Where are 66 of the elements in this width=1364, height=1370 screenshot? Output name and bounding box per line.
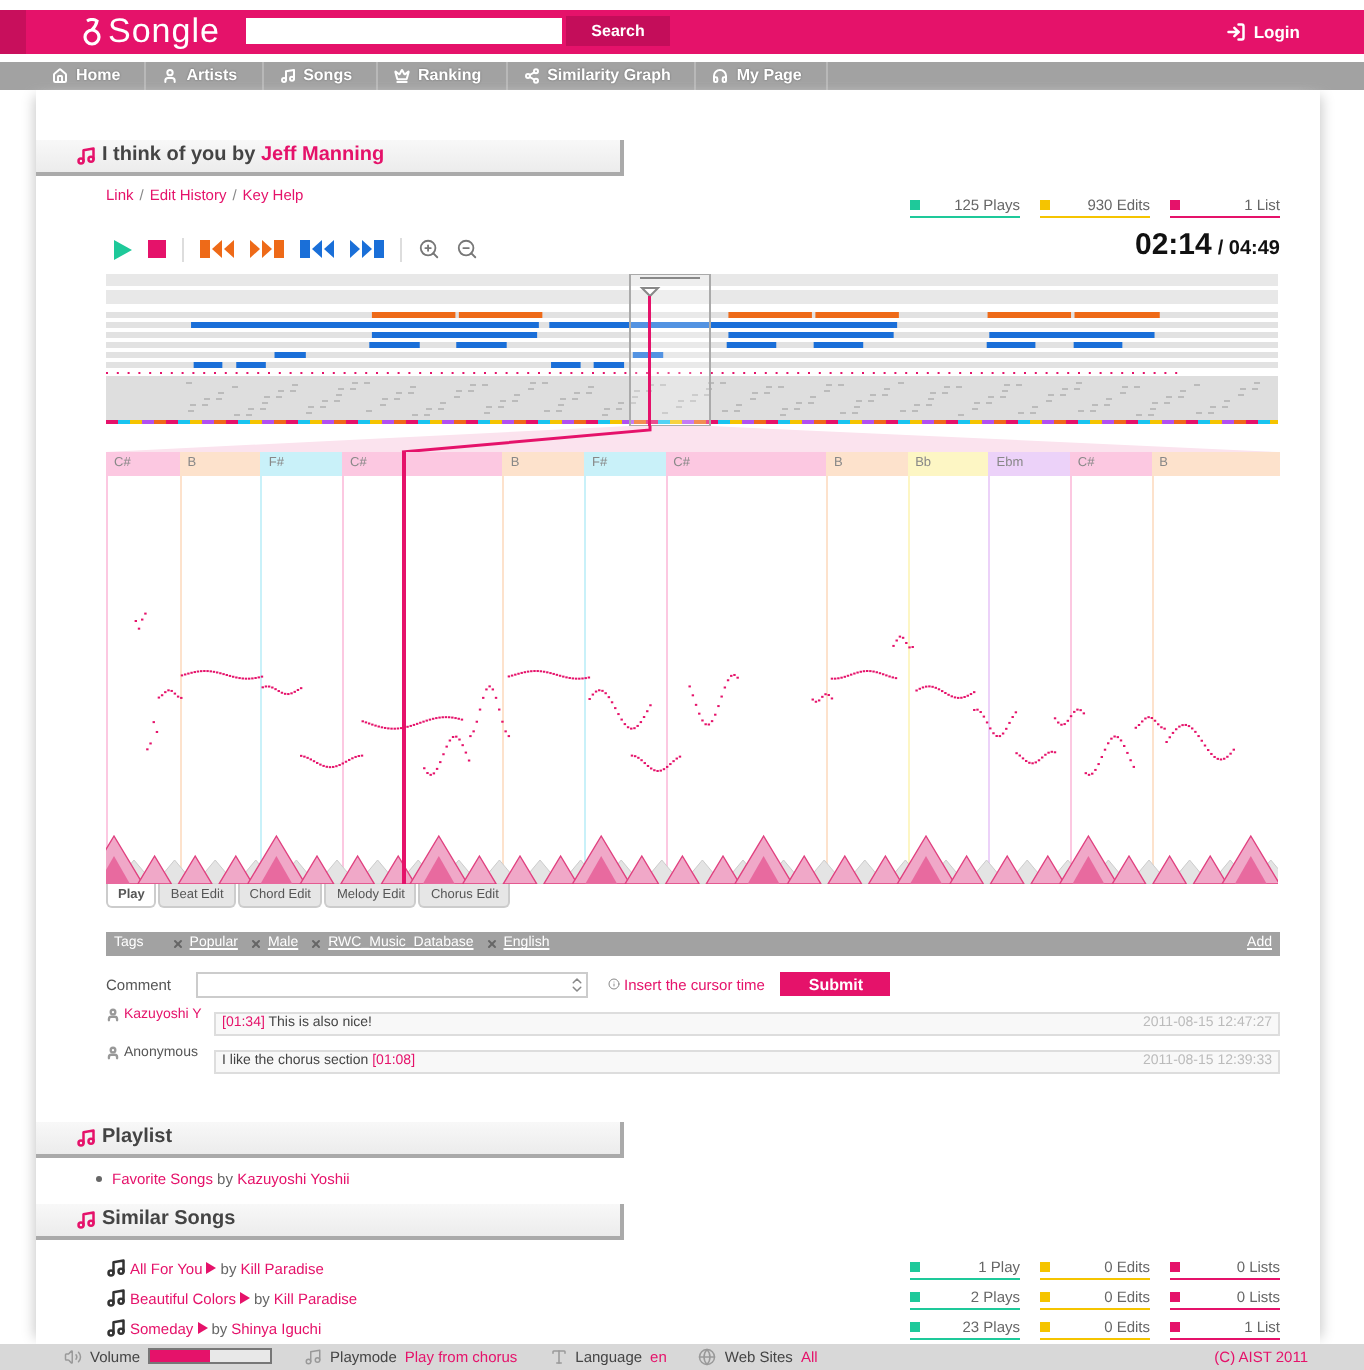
- search-button[interactable]: Search: [566, 16, 670, 47]
- play-icon[interactable]: [197, 1322, 208, 1335]
- music-note-icon: [106, 1288, 126, 1309]
- login-link[interactable]: Login: [1225, 21, 1300, 42]
- stop-icon[interactable]: [148, 240, 166, 259]
- bullet-icon: [96, 1175, 102, 1182]
- remove-tag-icon[interactable]: [310, 937, 323, 950]
- stat-marker-icon: [1170, 1321, 1180, 1332]
- nav-item[interactable]: My Page: [696, 61, 828, 90]
- stat-marker-icon: [1040, 1321, 1050, 1332]
- person-icon: [162, 67, 179, 84]
- stat-marker-icon: [910, 1321, 920, 1332]
- previous-section-icon[interactable]: [200, 240, 234, 259]
- total-time: / 04:49: [1217, 237, 1280, 260]
- nav-item[interactable]: Ranking: [378, 61, 508, 90]
- logo-text[interactable]: Songle: [108, 11, 220, 52]
- nav-item[interactable]: Artists: [146, 61, 264, 90]
- stat-marker-icon: [1040, 1261, 1050, 1272]
- section-title: Similar Songs: [102, 1208, 236, 1231]
- play-icon[interactable]: [206, 1262, 217, 1275]
- headphones-icon: [712, 67, 729, 84]
- volume-slider[interactable]: [148, 1348, 273, 1365]
- play-icon[interactable]: [114, 239, 132, 260]
- music-note-icon: [76, 1127, 96, 1148]
- music-note-icon: [304, 1347, 323, 1366]
- current-time: 02:14: [1134, 227, 1212, 262]
- stat-marker-icon: [1170, 1261, 1180, 1272]
- previous-chorus-icon[interactable]: [300, 240, 334, 259]
- stat-marker-icon: [1040, 1291, 1050, 1302]
- user-icon: [106, 1045, 120, 1060]
- search-field[interactable]: [246, 18, 562, 45]
- comment-field[interactable]: [196, 971, 588, 998]
- next-section-icon[interactable]: [250, 240, 284, 259]
- music-note-icon: [76, 145, 96, 166]
- zoom-in-icon[interactable]: [418, 238, 440, 261]
- nav-item[interactable]: Similarity Graph: [507, 61, 697, 90]
- graph-icon: [523, 67, 540, 84]
- song-title: I think of you by Jeff Manning: [102, 144, 385, 167]
- play-icon[interactable]: [239, 1292, 250, 1305]
- info-icon: [608, 978, 620, 991]
- speaker-icon: [64, 1347, 82, 1366]
- music-note-icon: [106, 1318, 126, 1339]
- globe-icon: [698, 1347, 717, 1366]
- stat-marker-icon: [910, 1261, 920, 1272]
- music-note-icon: [279, 67, 296, 84]
- login-icon: [1225, 21, 1246, 42]
- remove-tag-icon[interactable]: [171, 937, 184, 950]
- crown-icon: [394, 67, 411, 84]
- nav-item[interactable]: Songs: [263, 61, 379, 90]
- remove-tag-icon[interactable]: [249, 937, 262, 950]
- remove-tag-icon[interactable]: [485, 937, 498, 950]
- song-structure-drawing[interactable]: [106, 273, 1278, 426]
- next-chorus-icon[interactable]: [350, 240, 384, 259]
- spinner-arrows-icon[interactable]: [568, 975, 586, 994]
- home-icon: [52, 67, 68, 84]
- letter-icon: [549, 1347, 568, 1366]
- zoom-out-icon[interactable]: [456, 238, 478, 261]
- stat-marker-icon: [1170, 1291, 1180, 1302]
- logo-icon: [82, 17, 102, 46]
- music-note-icon: [106, 1258, 126, 1279]
- music-note-icon: [76, 1209, 96, 1230]
- nav-item[interactable]: Home: [36, 61, 147, 90]
- stat-marker-icon: [910, 1291, 920, 1302]
- section-title: Playlist: [102, 1126, 173, 1149]
- submit-button[interactable]: Submit: [780, 972, 891, 997]
- user-icon: [106, 1007, 120, 1022]
